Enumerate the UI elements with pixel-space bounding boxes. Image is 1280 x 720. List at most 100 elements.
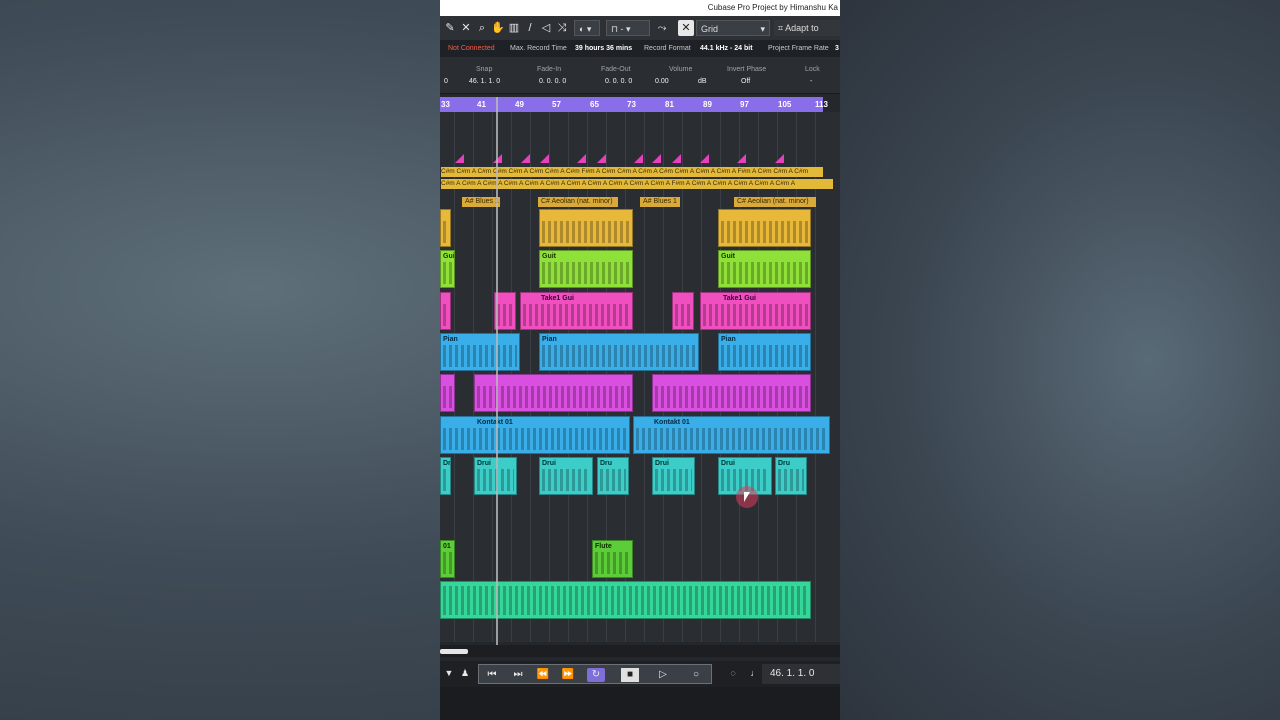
scrollbar-thumb[interactable]	[440, 649, 468, 654]
punch-icon[interactable]: ◌	[726, 666, 740, 680]
piano-clip[interactable]: Pian	[718, 333, 811, 371]
click-icon[interactable]: ♩	[748, 666, 762, 680]
piano-clip[interactable]: Pian	[539, 333, 699, 371]
bottom-panel	[440, 687, 840, 720]
stop-icon[interactable]: ■	[621, 668, 639, 682]
horizontal-scrollbar[interactable]	[440, 645, 840, 657]
clip-label: Take1 Gui	[723, 295, 756, 302]
take-clip[interactable]: Take1 Gui	[520, 292, 633, 330]
window-title: Cubase Pro Project by Himanshu Ka	[707, 3, 838, 12]
guitar-clip[interactable]: Guit	[440, 250, 455, 288]
take-clip[interactable]: Take1 Gui	[700, 292, 811, 330]
position-display[interactable]: 46. 1. 1. 0	[762, 664, 840, 684]
take-clip[interactable]	[440, 292, 451, 330]
midi-clip[interactable]	[652, 374, 811, 412]
drum-clip[interactable]: Dru	[440, 457, 451, 495]
guitar-clip[interactable]: Guit	[718, 250, 811, 288]
info-line: 0 Snap 46. 1. 1. 0 Fade-In 0. 0. 0. 0 Fa…	[440, 57, 840, 94]
grid-snap-icon[interactable]: ✕	[678, 20, 694, 36]
grid-line	[815, 112, 816, 642]
snap-toggle-icon[interactable]: ⤳	[654, 20, 670, 36]
pencil-icon[interactable]: /	[522, 20, 538, 36]
marker-flag[interactable]	[775, 154, 784, 163]
max-record-value: 39 hours 36 mins	[575, 45, 633, 52]
flute-clip[interactable]: 01	[440, 540, 455, 578]
lock-value[interactable]: -	[810, 78, 812, 85]
ruler-bar: 41	[477, 100, 486, 109]
marker-flag[interactable]	[700, 154, 709, 163]
chord-track-row[interactable]: C#m C#m A C#m C#m C#m A C#m C#m A C#m F#…	[441, 167, 823, 177]
snap-value[interactable]: 46. 1. 1. 0	[469, 78, 500, 85]
piano-clip[interactable]: Pian	[440, 333, 520, 371]
object-select-icon[interactable]: ✎	[442, 20, 458, 36]
drum-clip[interactable]: Drui	[652, 457, 695, 495]
transport-menu-icon[interactable]: ▼	[442, 666, 456, 680]
speaker-icon[interactable]: ◁	[538, 20, 554, 36]
clip-label: Pian	[542, 336, 557, 343]
drum-clip[interactable]: Dru	[597, 457, 629, 495]
fadein-value[interactable]: 0. 0. 0. 0	[539, 78, 566, 85]
volume-value[interactable]: 0.00	[655, 78, 669, 85]
fadeout-value[interactable]: 0. 0. 0. 0	[605, 78, 632, 85]
drum-clip[interactable]: Drui	[539, 457, 593, 495]
ruler-bar: 49	[515, 100, 524, 109]
go-to-start-icon[interactable]: ⏮	[483, 668, 501, 682]
scale-event[interactable]: C# Aeolian (nat. minor)	[538, 197, 618, 207]
automation-mode-dropdown[interactable]: ◐ ▾	[574, 20, 600, 36]
drum-clip[interactable]: Dru	[775, 457, 807, 495]
scale-event[interactable]: A# Blues 1	[462, 197, 500, 207]
clip-label: Pian	[721, 336, 736, 343]
zoom-icon[interactable]: ⌕	[474, 20, 490, 36]
snap-label: Snap	[476, 66, 493, 73]
marker-flag[interactable]	[597, 154, 606, 163]
clip-label: Guit	[443, 253, 455, 260]
clip-label: Guit	[542, 253, 556, 260]
erase-icon[interactable]: ✕	[458, 20, 474, 36]
volume-unit: dB	[698, 78, 707, 85]
invert-phase-value[interactable]: Off	[741, 78, 750, 85]
midi-clip[interactable]	[440, 374, 455, 412]
split-icon[interactable]: ⤨	[554, 20, 570, 36]
midi-clip[interactable]	[539, 209, 633, 247]
clip-label: Guit	[721, 253, 735, 260]
flute-clip[interactable]: Flute	[592, 540, 633, 578]
adapt-zoom-dropdown[interactable]: ⌗ Adapt to Zoo	[774, 20, 840, 49]
kontakt-clip[interactable]: Kontakt 01	[440, 416, 630, 454]
marker-flag[interactable]	[652, 154, 661, 163]
marker-flag[interactable]	[577, 154, 586, 163]
marker-flag[interactable]	[634, 154, 643, 163]
arrange-area[interactable]: C#m C#m A C#m C#m C#m A C#m C#m A C#m F#…	[440, 112, 840, 642]
lock-label: Lock	[805, 66, 820, 73]
marker-flag[interactable]	[521, 154, 530, 163]
quantize-dropdown[interactable]: ⊓ - ▾	[606, 20, 650, 36]
marker-flag[interactable]	[540, 154, 549, 163]
fadein-label: Fade-In	[537, 66, 562, 73]
transport-settings-icon[interactable]: ♟	[458, 666, 472, 680]
midi-clip[interactable]	[718, 209, 811, 247]
fast-forward-icon[interactable]: ⏩	[559, 668, 577, 682]
kontakt-clip[interactable]: Kontakt 01	[633, 416, 830, 454]
midi-clip[interactable]	[440, 209, 451, 247]
scale-event[interactable]: A# Blues 1	[640, 197, 680, 207]
marker-flag[interactable]	[737, 154, 746, 163]
max-record-label: Max. Record Time	[510, 45, 567, 52]
clip-label: 01	[443, 543, 451, 550]
frame-rate-value: 3	[835, 45, 839, 52]
grid-type-dropdown[interactable]: Grid ▾	[696, 20, 770, 36]
play-icon[interactable]: ▷	[654, 668, 672, 682]
scale-event[interactable]: C# Aeolian (nat. minor)	[734, 197, 816, 207]
marker-flag[interactable]	[455, 154, 464, 163]
go-to-end-icon[interactable]: ⏭	[509, 668, 527, 682]
guitar-clip[interactable]: Guit	[539, 250, 633, 288]
chord-track-row[interactable]: C#m A C#m A C#m A C#m A C#m A C#m A C#m …	[441, 179, 833, 189]
cycle-icon[interactable]: ↻	[587, 668, 605, 682]
record-icon[interactable]: ○	[687, 668, 705, 682]
rewind-icon[interactable]: ⏪	[534, 668, 552, 682]
project-cursor[interactable]	[496, 97, 498, 645]
clip-label: Dru	[600, 460, 613, 467]
ruler-bar: 113	[815, 100, 828, 109]
take-clip[interactable]	[672, 292, 694, 330]
marker-flag[interactable]	[672, 154, 681, 163]
glue-hand-icon[interactable]: ✋	[490, 20, 506, 36]
mute-bars-icon[interactable]: ▥	[506, 20, 522, 36]
